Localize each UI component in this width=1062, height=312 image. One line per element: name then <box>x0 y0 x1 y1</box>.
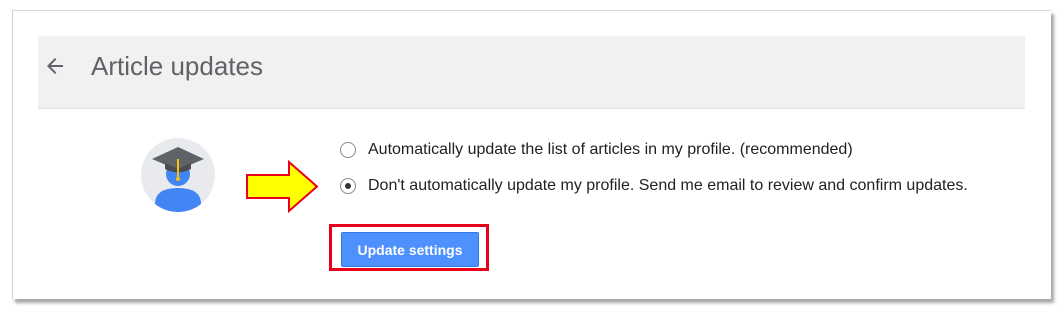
page-header: Article updates <box>38 36 1025 109</box>
radio-option-auto-update[interactable]: Automatically update the list of article… <box>340 138 853 162</box>
radio-option-label: Don't automatically update my profile. S… <box>368 177 968 194</box>
arrow-left-icon[interactable] <box>43 54 67 78</box>
graduation-cap-avatar-icon <box>141 138 215 213</box>
radio-button-checked[interactable] <box>340 178 356 194</box>
update-settings-button[interactable]: Update settings <box>341 232 479 267</box>
radio-option-manual-update[interactable]: Don't automatically update my profile. S… <box>340 174 968 198</box>
yellow-right-arrow-icon <box>245 159 319 214</box>
radio-button-unchecked[interactable] <box>340 142 356 158</box>
page-title: Article updates <box>91 51 263 81</box>
radio-option-label: Automatically update the list of article… <box>368 141 853 158</box>
